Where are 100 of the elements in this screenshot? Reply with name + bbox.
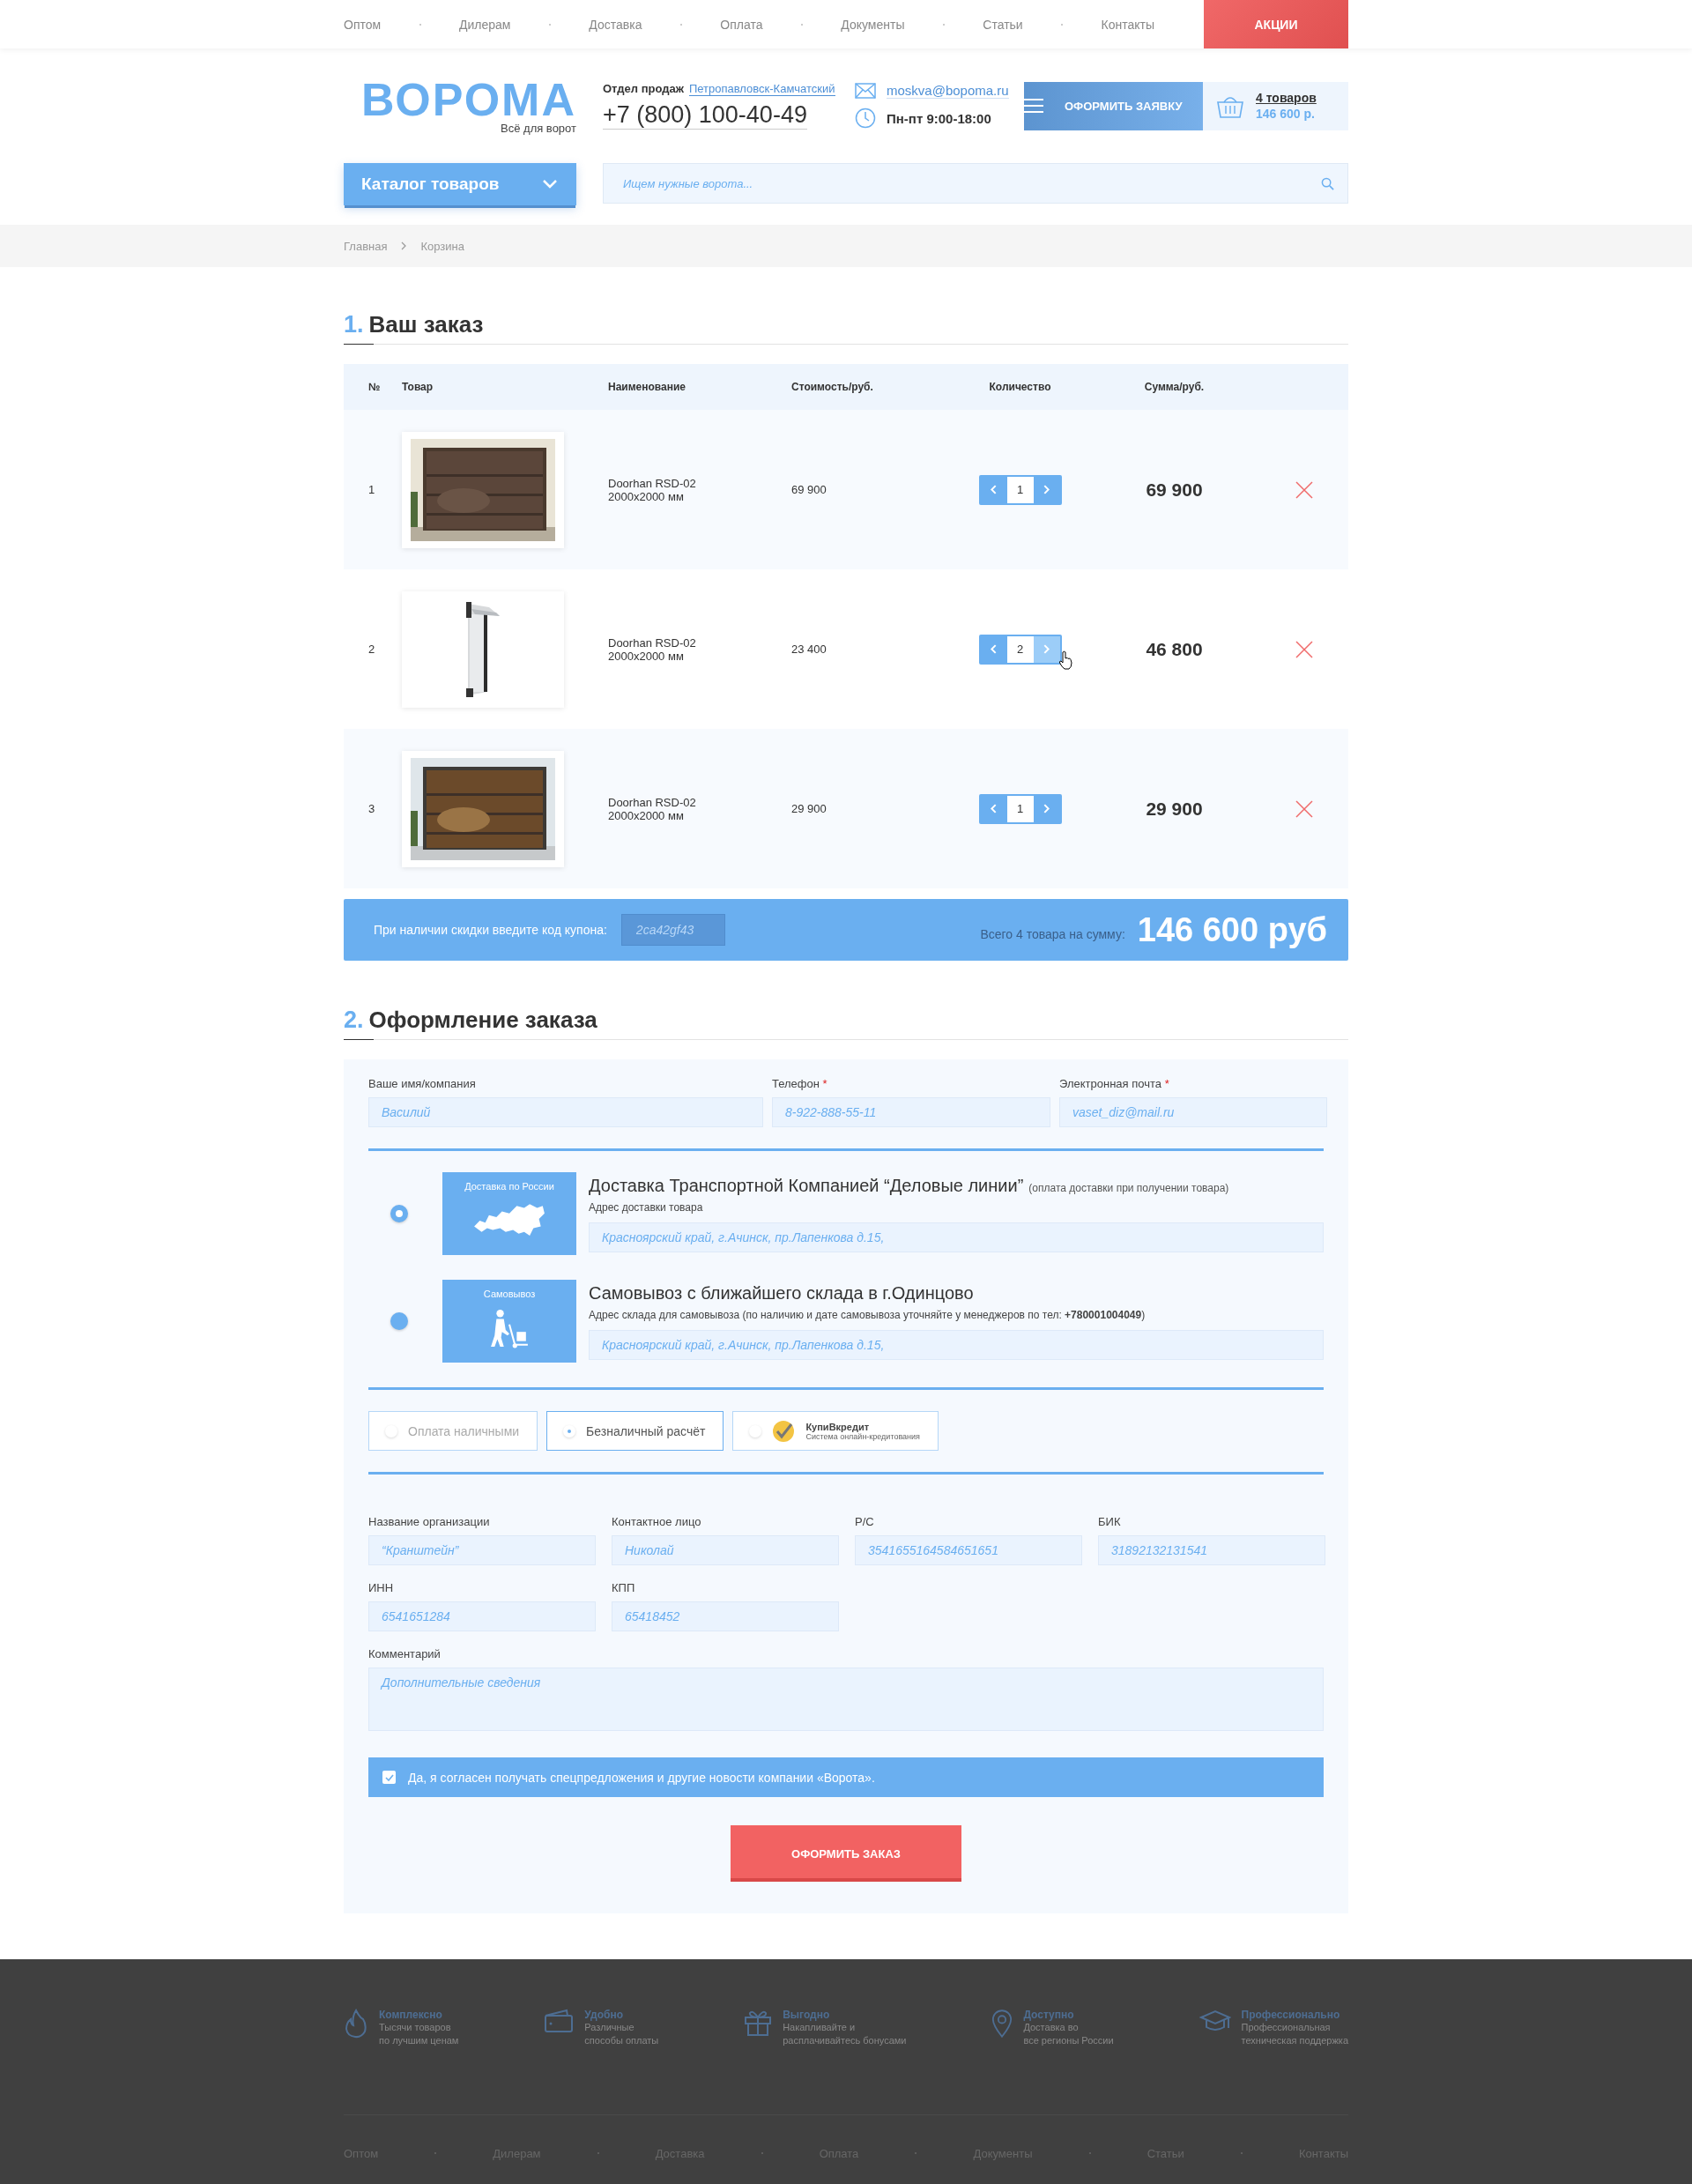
remove-button[interactable]: [1295, 480, 1313, 499]
input-field[interactable]: 31892132131541: [1098, 1535, 1325, 1565]
nav-link[interactable]: Оптом: [344, 17, 382, 32]
delivery-note: (оплата доставки при получении товара): [1028, 1181, 1229, 1194]
close-icon: [1295, 799, 1313, 818]
submit-order-button[interactable]: ОФОРМИТЬ ЗАКАЗ: [731, 1825, 961, 1882]
table-cell-text: 23 400: [791, 643, 827, 656]
field-label: Контактное лицо: [612, 1515, 702, 1528]
comment-field[interactable]: Дополнительные сведения: [368, 1668, 1324, 1731]
city-link[interactable]: Петропавловск-Камчатский: [688, 82, 835, 96]
radio-button[interactable]: [390, 1312, 408, 1330]
search-field[interactable]: Ищем нужные ворота...: [603, 163, 1348, 204]
input-field[interactable]: Николай: [612, 1535, 839, 1565]
field-label: ИНН: [368, 1581, 395, 1594]
cart-total: 146 600 р.: [1256, 107, 1316, 121]
field-label: Адрес склада для самовывоза (по наличию и дате самовывоза уточняйте у менеджеров по тел: +780001004049): [589, 1308, 1147, 1321]
product-size: 2000x2000 мм: [608, 489, 685, 503]
input-field[interactable]: Василий: [368, 1097, 763, 1127]
remove-button[interactable]: [1295, 640, 1313, 658]
breadcrumb-link[interactable]: Корзина: [420, 239, 464, 253]
payment-option[interactable]: Безналичный расчёт: [546, 1411, 724, 1451]
quantity-value[interactable]: 1: [1006, 483, 1034, 496]
decrease-button[interactable]: [980, 795, 1007, 822]
total-amount: 146 600 руб: [1137, 910, 1327, 949]
feature-title: Выгодно: [783, 2009, 831, 2021]
cart-summary[interactable]: 4 товаров 146 600 р.: [1203, 81, 1348, 130]
field-label: Адрес доставки товара: [589, 1200, 704, 1214]
field-label: Комментарий: [368, 1647, 442, 1660]
increase-button[interactable]: [1033, 635, 1060, 663]
feature-title: Доступно: [1023, 2009, 1075, 2021]
coupon-label: При наличии скидки введите код купона:: [374, 923, 607, 937]
nav-link[interactable]: Оплата: [720, 17, 763, 32]
table-cell-text: 1: [368, 483, 376, 496]
payment-option[interactable]: Оплата наличными: [368, 1411, 538, 1451]
promo-button[interactable]: АКЦИИ: [1204, 0, 1348, 48]
increase-button[interactable]: [1033, 476, 1060, 503]
check-badge-icon: [772, 1419, 796, 1443]
nav-link[interactable]: Документы: [841, 17, 905, 32]
flame-icon: [344, 2009, 368, 2039]
catalog-button[interactable]: Каталог товаров: [344, 163, 576, 205]
chevron-right-icon: [1043, 804, 1050, 813]
payment-option[interactable]: КупиВкредит Система онлайн-кредитования: [732, 1411, 939, 1451]
input-field[interactable]: 3541655164584651651: [855, 1535, 1082, 1565]
address-field[interactable]: Красноярский край, г.Ачинск, пр.Лапенкова д.15,: [589, 1222, 1324, 1252]
chevron-right-icon: [401, 241, 407, 250]
radio-button[interactable]: [390, 1205, 408, 1222]
nav-link[interactable]: Контакты: [1101, 17, 1154, 32]
input-field[interactable]: “Кранштейн”: [368, 1535, 596, 1565]
breadcrumb-link[interactable]: Главная: [344, 239, 388, 253]
gift-icon: [744, 2009, 773, 2037]
product-size: 2000x2000 мм: [608, 808, 685, 822]
consent-text: Да, я согласен получать спецпредложения и другие новости компании «Ворота».: [408, 1770, 875, 1785]
input-field[interactable]: 65418452: [612, 1601, 839, 1631]
nav-link[interactable]: Доставка: [589, 17, 642, 32]
quantity-value[interactable]: 1: [1006, 802, 1034, 815]
table-cell-text: 29 900: [791, 802, 827, 815]
wallet-icon: [544, 2009, 575, 2033]
increase-button[interactable]: [1033, 795, 1060, 822]
input-field[interactable]: 8-922-888-55-11: [772, 1097, 1050, 1127]
logo-tagline: Всё для ворот: [501, 121, 576, 135]
logo[interactable]: ВОРОМА: [360, 77, 576, 122]
remove-button[interactable]: [1295, 799, 1313, 818]
address-field[interactable]: Красноярский край, г.Ачинск, пр.Лапенкова д.15,: [589, 1329, 1324, 1360]
feature-text: Накапливайте и расплачивайтесь бонусами: [783, 2021, 907, 2047]
decrease-button[interactable]: [980, 476, 1007, 503]
column-header: Стоимость/руб.: [791, 381, 874, 393]
quantity-value[interactable]: 2: [1006, 643, 1034, 656]
cart-count-link[interactable]: 4 товаров: [1256, 91, 1317, 105]
table-cell: 29 900: [1146, 798, 1203, 820]
close-icon: [1295, 640, 1313, 658]
credit-logo-name: КупиВкредит: [805, 1421, 870, 1432]
feature-text: Доставка во все регионы России: [1023, 2021, 1114, 2047]
sales-label: Отдел продаж: [603, 82, 684, 95]
phone-number: +7 (800) 100-40-49: [603, 101, 807, 130]
delivery-title: Самовывоз с ближайшего склада в г.Одинцово: [589, 1282, 974, 1304]
email-link[interactable]: moskva@bopoma.ru: [887, 83, 1009, 99]
product-size: 2000x2000 мм: [608, 649, 685, 663]
working-hours: Пн-пт 9:00-18:00: [887, 110, 991, 126]
section-number: 1.: [344, 311, 364, 338]
close-icon: [1295, 480, 1313, 499]
nav-link[interactable]: Дилерам: [459, 17, 511, 32]
checkbox[interactable]: [382, 1771, 396, 1784]
feature-title: Профессионально: [1241, 2009, 1341, 2021]
order-request-button[interactable]: ОФОРМИТЬ ЗАЯВКУ: [1024, 81, 1203, 130]
chevron-right-icon: [1043, 485, 1050, 494]
input-field[interactable]: vaset_diz@mail.ru: [1059, 1097, 1327, 1127]
field-label: БИК: [1098, 1515, 1122, 1528]
mail-icon: [855, 83, 876, 99]
column-header: Количество: [989, 381, 1051, 393]
section-title: Ваш заказ: [368, 311, 484, 338]
table-cell: 46 800: [1146, 638, 1203, 660]
chevron-right-icon: [1043, 644, 1050, 654]
decrease-button[interactable]: [980, 635, 1007, 663]
clock-icon: [855, 108, 876, 129]
column-header: Сумма/руб.: [1144, 381, 1205, 393]
delivery-title: Доставка Транспортной Компанией “Деловые линии”: [589, 1175, 1024, 1196]
coupon-field[interactable]: 2ca42gf43: [620, 914, 725, 946]
product-name: Doorhan RSD-02: [608, 795, 697, 809]
input-field[interactable]: 6541651284: [368, 1601, 596, 1631]
nav-link[interactable]: Статьи: [983, 17, 1023, 32]
